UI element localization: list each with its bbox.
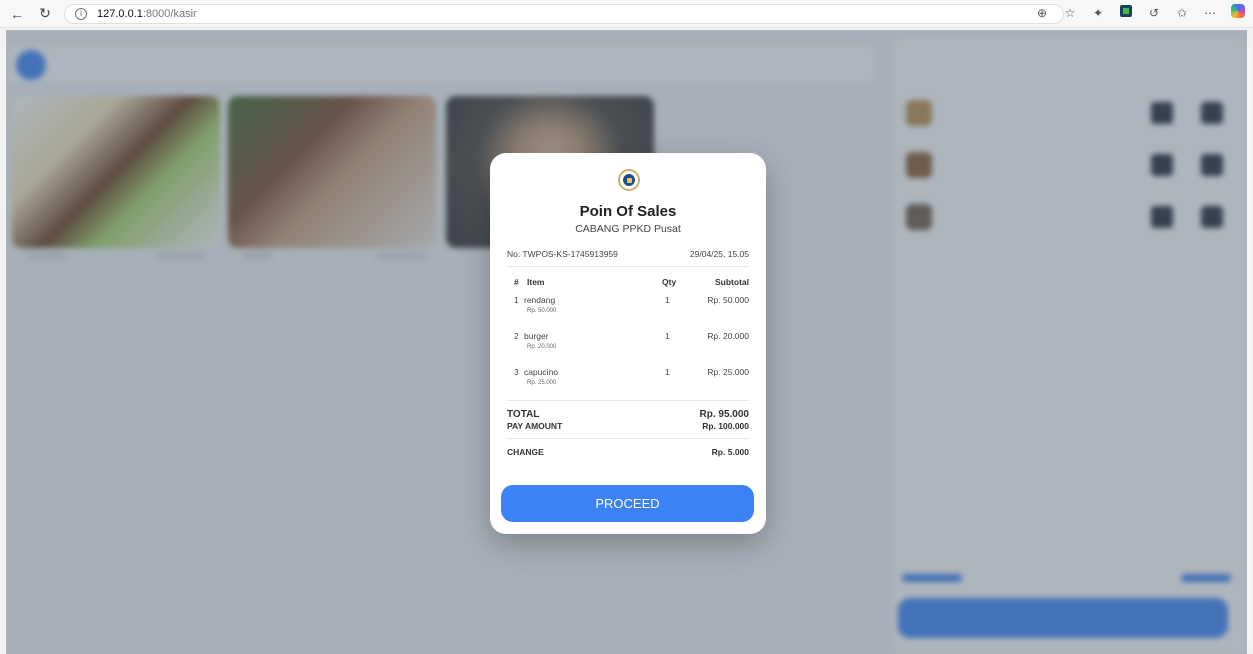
item-number: 1 [514, 295, 519, 305]
item-subtotal: Rp. 20.000 [707, 331, 749, 341]
column-subtotal: Subtotal [715, 277, 749, 287]
table-row: 1 rendang Rp. 50.000 1 Rp. 50.000 [507, 293, 749, 329]
receipt-modal: Poin Of Sales CABANG PPKD Pusat No: TWPO… [490, 153, 766, 534]
column-no: # [514, 277, 519, 287]
change-label: CHANGE [507, 447, 544, 457]
column-qty: Qty [662, 277, 677, 287]
receipt-number: No: TWPOS-KS-1745913959 [507, 249, 618, 259]
receipt-items: 1 rendang Rp. 50.000 1 Rp. 50.000 2 burg… [507, 293, 749, 401]
logo-icon [618, 169, 640, 191]
change-line: CHANGE Rp. 5.000 [507, 438, 749, 457]
item-price: Rp. 25.000 [527, 380, 557, 386]
item-qty: 1 [665, 367, 670, 377]
receipt-title: Poin Of Sales [579, 203, 677, 220]
favorites-icon[interactable]: ✩ [1175, 6, 1189, 20]
item-name: burger [524, 331, 549, 341]
item-price: Rp. 20.000 [527, 344, 557, 350]
item-number: 2 [514, 331, 519, 341]
back-icon[interactable]: ← [6, 3, 28, 25]
pay-amount-value: Rp. 100.000 [702, 421, 749, 431]
extension-icon[interactable]: ✦ [1091, 6, 1105, 20]
item-qty: 1 [665, 331, 670, 341]
browser-toolbar: ← ↻ i 127.0.0.1:8000/kasir ⊕ ☆ ✦ ↺ ✩ ⋯ [0, 0, 1253, 28]
browser-tools: ⊕ ☆ ✦ ↺ ✩ ⋯ [1035, 4, 1245, 21]
table-row: 2 burger Rp. 20.000 1 Rp. 20.000 [507, 329, 749, 365]
change-value: Rp. 5.000 [711, 447, 749, 457]
receipt-totals: TOTAL Rp. 95.000 PAY AMOUNT Rp. 100.000 [507, 400, 749, 431]
info-icon[interactable]: i [75, 7, 87, 20]
item-subtotal: Rp. 25.000 [707, 367, 749, 377]
more-icon[interactable]: ⋯ [1203, 6, 1217, 20]
total-value: Rp. 95.000 [699, 409, 749, 420]
item-subtotal: Rp. 50.000 [707, 295, 749, 305]
url-path: :8000/kasir [142, 7, 197, 20]
total-line: TOTAL Rp. 95.000 [507, 409, 749, 420]
receipt-branch: CABANG PPKD Pusat [575, 223, 681, 235]
favorite-star-icon[interactable]: ☆ [1063, 6, 1077, 20]
pay-amount-label: PAY AMOUNT [507, 421, 563, 431]
item-price: Rp. 50.000 [527, 308, 557, 314]
receipt-table-header: # Item Qty Subtotal [507, 277, 749, 289]
table-row: 3 capucino Rp. 25.000 1 Rp. 25.000 [507, 365, 749, 401]
item-qty: 1 [665, 295, 670, 305]
item-name: capucino [524, 367, 559, 377]
pay-amount-line: PAY AMOUNT Rp. 100.000 [507, 421, 749, 431]
item-name: rendang [524, 295, 556, 305]
copilot-icon[interactable] [1231, 4, 1245, 21]
zoom-icon[interactable]: ⊕ [1035, 6, 1049, 20]
url-host: 127.0.0.1 [97, 7, 143, 20]
address-bar[interactable]: i 127.0.0.1:8000/kasir [64, 3, 1064, 24]
total-label: TOTAL [507, 409, 540, 420]
receipt-datetime: 29/04/25, 15.05 [689, 249, 749, 259]
column-item: Item [527, 277, 545, 287]
item-number: 3 [514, 367, 519, 377]
refresh-extension-icon[interactable]: ↺ [1147, 6, 1161, 20]
refresh-icon[interactable]: ↻ [34, 3, 56, 25]
receipt-meta: No: TWPOS-KS-1745913959 29/04/25, 15.05 [507, 249, 749, 267]
extension-green-icon[interactable] [1119, 5, 1133, 20]
proceed-button[interactable]: PROCEED [501, 485, 754, 522]
